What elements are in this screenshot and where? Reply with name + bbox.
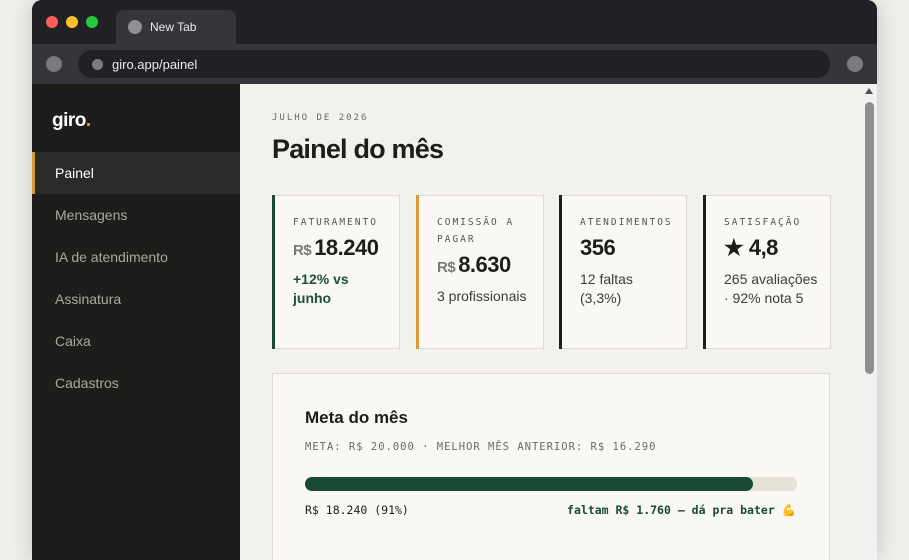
sidebar-item-painel[interactable]: Painel — [32, 152, 240, 194]
card-accent — [559, 195, 562, 349]
sidebar-item-mensagens[interactable]: Mensagens — [32, 194, 240, 236]
scroll-thumb[interactable] — [865, 102, 874, 374]
card-sub: 12 faltas (3,3%) — [580, 271, 633, 306]
url-text[interactable]: giro.app/painel — [112, 57, 197, 72]
url-field[interactable]: giro.app/painel — [78, 50, 830, 78]
app-logo[interactable]: giro. — [52, 110, 91, 132]
card-value: 356 — [580, 235, 616, 260]
card-accent — [416, 195, 419, 349]
scrollbar[interactable] — [862, 84, 877, 560]
back-icon[interactable] — [46, 56, 62, 72]
card-value: R$ 8.630 — [437, 252, 511, 277]
maximize-window-button[interactable] — [86, 16, 98, 28]
goal-panel: Meta do mês META: R$ 20.000 · MELHOR MÊS… — [272, 373, 830, 560]
sidebar-item-assinatura[interactable]: Assinatura — [32, 278, 240, 320]
sidebar: giro. Painel Mensagens IA de atendimento… — [32, 84, 240, 560]
minimize-window-button[interactable] — [66, 16, 78, 28]
sidebar-nav: Painel Mensagens IA de atendimento Assin… — [32, 152, 240, 404]
card-accent — [272, 195, 275, 349]
extensions-icon[interactable] — [847, 56, 863, 72]
month-label: JULHO DE 2026 — [272, 113, 369, 123]
page-title: Painel do mês — [272, 134, 444, 164]
globe-icon — [128, 20, 142, 34]
goal-remaining: faltam R$ 1.760 — dá pra bater 💪 — [567, 503, 796, 517]
card-accent — [703, 195, 706, 349]
close-window-button[interactable] — [46, 16, 58, 28]
tab-title: New Tab — [150, 20, 197, 34]
card-atendimentos: ATENDIMENTOS 356 12 faltas (3,3%) — [559, 195, 687, 349]
goal-current: R$ 18.240 (91%) — [305, 503, 409, 517]
goal-title: Meta do mês — [305, 408, 408, 427]
card-sub: 3 profissionais — [437, 288, 527, 304]
address-bar: giro.app/painel — [32, 44, 877, 84]
browser-tab[interactable]: New Tab — [116, 10, 236, 44]
card-label: FATURAMENTO — [293, 217, 378, 228]
sidebar-item-caixa[interactable]: Caixa — [32, 320, 240, 362]
title-bar: New Tab — [32, 0, 877, 44]
sidebar-item-ia-atendimento[interactable]: IA de atendimento — [32, 236, 240, 278]
scroll-up-icon[interactable] — [865, 88, 873, 94]
goal-meta: META: R$ 20.000 · MELHOR MÊS ANTERIOR: R… — [305, 441, 657, 453]
site-info-icon[interactable] — [92, 59, 103, 70]
browser-window: New Tab giro.app/painel giro. Painel Men… — [32, 0, 877, 560]
card-label: ATENDIMENTOS — [580, 217, 673, 228]
card-comissao: COMISSÃO A PAGAR R$ 8.630 3 profissionais — [416, 195, 544, 349]
card-satisfacao: SATISFAÇÃO ★ 4,8 265 avaliações · 92% no… — [703, 195, 831, 349]
goal-progress-fill — [305, 477, 753, 491]
card-value: ★ 4,8 — [724, 235, 778, 260]
card-sub: +12% vs junho — [293, 271, 349, 306]
card-value: R$ 18.240 — [293, 235, 379, 260]
goal-progress-bar — [305, 477, 797, 491]
card-label: SATISFAÇÃO — [724, 217, 802, 228]
card-faturamento: FATURAMENTO R$ 18.240 +12% vs junho — [272, 195, 400, 349]
card-label: COMISSÃO A PAGAR — [437, 217, 515, 245]
card-sub: 265 avaliações · 92% nota 5 — [724, 271, 818, 306]
main-content: JULHO DE 2026 Painel do mês FATURAMENTO … — [240, 84, 862, 560]
sidebar-item-cadastros[interactable]: Cadastros — [32, 362, 240, 404]
